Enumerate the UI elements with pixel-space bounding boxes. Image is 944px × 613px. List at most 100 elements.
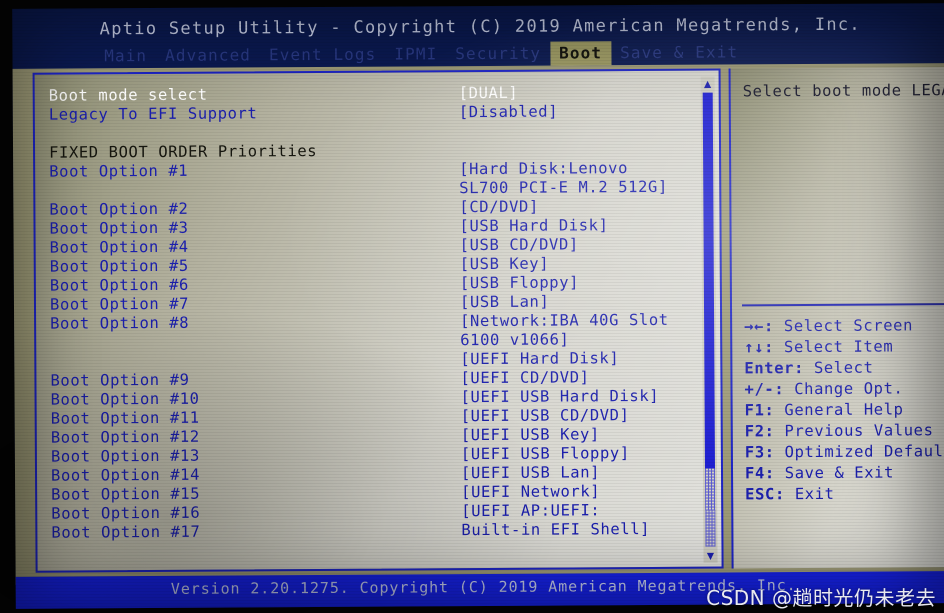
menu-tab-main[interactable]: Main xyxy=(95,44,156,68)
shortcut-row: Enter: Select xyxy=(744,357,944,380)
setting-label-row[interactable]: Boot Option #3 xyxy=(49,217,439,238)
setting-label-row[interactable]: Boot Option #16 xyxy=(51,502,441,523)
shortcut-row: F3: Optimized Defaults xyxy=(745,441,944,464)
setting-label-row[interactable]: Boot Option #9 xyxy=(50,369,440,390)
shortcut-key: Enter: xyxy=(744,359,805,378)
settings-panel: Boot mode select Legacy To EFI Support FI… xyxy=(32,68,724,573)
page-title: Aptio Setup Utility - Copyright (C) 2019… xyxy=(99,14,862,40)
setting-label-row[interactable]: Boot Option #8 xyxy=(50,312,440,333)
setting-value-row[interactable]: [UEFI CD/DVD] xyxy=(460,368,705,388)
setting-value-row[interactable]: [UEFI AP:UEFI: xyxy=(461,501,706,521)
setting-value-row[interactable]: [UEFI USB CD/DVD] xyxy=(461,406,706,426)
menu-tab-ipmi[interactable]: IPMI xyxy=(385,42,446,66)
setting-label-row[interactable]: Boot Option #5 xyxy=(50,255,440,276)
setting-label-row[interactable]: Boot Option #14 xyxy=(51,464,441,485)
shortcut-row: F4: Save & Exit xyxy=(745,462,944,485)
setting-value-row[interactable]: [UEFI Hard Disk] xyxy=(460,349,705,369)
setting-value-row[interactable]: [USB Hard Disk] xyxy=(459,216,704,236)
setting-label-row[interactable]: Boot Option #7 xyxy=(50,293,440,314)
setting-label-row[interactable]: Boot Option #15 xyxy=(51,483,441,504)
setting-label-row[interactable]: Boot Option #12 xyxy=(51,426,441,447)
menu-tab-security[interactable]: Security xyxy=(446,42,550,67)
menu-tab-event-logs[interactable]: Event Logs xyxy=(260,43,385,68)
setting-value-row[interactable]: [USB Lan] xyxy=(460,292,705,312)
setting-value-row[interactable]: [USB Key] xyxy=(460,254,705,274)
shortcut-action: Save & Exit xyxy=(774,463,895,483)
shortcut-row: +/-: Change Opt. xyxy=(744,378,944,401)
setting-label-row[interactable]: Boot Option #1 xyxy=(49,160,439,181)
setting-label-row[interactable]: Boot Option #13 xyxy=(51,445,441,466)
shortcut-action: Optimized Defaults xyxy=(784,442,944,462)
setting-value-row[interactable]: 6100 v1066] xyxy=(460,330,705,350)
settings-label-column: Boot mode select Legacy To EFI Support FI… xyxy=(49,84,442,542)
setting-value-row[interactable]: [UEFI USB Key] xyxy=(461,425,706,445)
shortcut-action: Change Opt. xyxy=(784,379,904,399)
setting-value-row[interactable]: [USB Floppy] xyxy=(460,273,705,293)
shortcut-action: Select Item xyxy=(773,337,894,357)
setting-label-row[interactable]: Boot Option #4 xyxy=(50,236,440,257)
setting-value-row[interactable]: [UEFI USB Floppy] xyxy=(461,444,706,464)
spacer-row xyxy=(49,122,439,143)
settings-scrollbar[interactable]: ▲ ▼ xyxy=(700,76,718,563)
setting-value-row[interactable]: [UEFI USB Lan] xyxy=(461,463,706,483)
help-panel: Select boot mode LEGA →←: Select Screen ↑… xyxy=(728,66,944,569)
csdn-watermark: CSDN @趟时光仍未老去 xyxy=(706,586,936,610)
help-description: Select boot mode LEGA xyxy=(742,81,944,101)
scroll-down-arrow-icon[interactable]: ▼ xyxy=(703,549,717,563)
shortcut-action: General Help xyxy=(774,400,904,420)
setting-value-row[interactable]: [Hard Disk:Lenovo xyxy=(459,159,704,179)
shortcut-key: F4: xyxy=(744,464,775,483)
setting-value-row[interactable]: SL700 PCI-E M.2 512G] xyxy=(459,178,704,198)
setting-value-row[interactable]: Built-in EFI Shell] xyxy=(461,520,706,540)
shortcut-key: F2: xyxy=(744,422,775,441)
shortcut-row: F1: General Help xyxy=(745,399,944,422)
shortcut-row: ESC: Exit xyxy=(745,483,944,506)
help-divider xyxy=(741,302,944,307)
menu-tab-boot[interactable]: Boot xyxy=(550,41,612,66)
spacer-row xyxy=(50,350,440,371)
spacer-row xyxy=(49,179,439,200)
setting-value-row[interactable]: [DUAL] xyxy=(459,83,704,103)
shortcut-row: F2: Previous Values xyxy=(745,420,944,443)
setting-value-row[interactable]: [UEFI USB Hard Disk] xyxy=(461,387,706,407)
setting-label-row[interactable]: FIXED BOOT ORDER Priorities xyxy=(49,141,439,162)
shortcut-action: Exit xyxy=(784,484,835,504)
setting-label-row[interactable]: Boot Option #17 xyxy=(51,521,441,542)
keyboard-shortcut-legend: →←: Select Screen ↑↓: Select Item Enter: S… xyxy=(744,315,944,506)
setting-value-row[interactable]: [CD/DVD] xyxy=(459,197,704,217)
shortcut-key: ↑↓: xyxy=(744,338,775,357)
shortcut-key: F1: xyxy=(744,401,775,420)
spacer-row xyxy=(459,140,704,160)
shortcut-row: ↑↓: Select Item xyxy=(744,336,944,359)
bios-setup-screen: Aptio Setup Utility - Copyright (C) 2019… xyxy=(12,3,944,609)
setting-label-row[interactable]: Boot mode select xyxy=(49,84,439,105)
setting-label-row[interactable]: Boot Option #10 xyxy=(51,388,441,409)
scrollbar-track[interactable] xyxy=(702,92,716,547)
setting-value-row[interactable]: [UEFI Network] xyxy=(461,482,706,502)
spacer-row xyxy=(459,121,704,141)
setting-label-row[interactable]: Legacy To EFI Support xyxy=(49,103,439,124)
scroll-up-arrow-icon[interactable]: ▲ xyxy=(701,77,715,91)
shortcut-key: ESC: xyxy=(745,485,785,504)
settings-value-column: [DUAL] [Disabled] [Hard Disk:Lenovo SL700 … xyxy=(459,83,707,540)
spacer-row xyxy=(50,331,440,352)
monitor-photo-bezel: Aptio Setup Utility - Copyright (C) 2019… xyxy=(0,0,944,613)
shortcut-key: +/-: xyxy=(744,380,785,399)
setting-value-row[interactable]: [Disabled] xyxy=(459,102,704,122)
setting-label-row[interactable]: Boot Option #11 xyxy=(51,407,441,428)
scrollbar-dotted-region xyxy=(704,468,716,547)
main-body: Boot mode select Legacy To EFI Support FI… xyxy=(12,63,944,585)
setting-value-row[interactable]: [USB CD/DVD] xyxy=(460,235,705,255)
shortcut-action: Select Screen xyxy=(773,316,914,336)
setting-value-row[interactable]: [Network:IBA 40G Slot xyxy=(460,311,705,331)
menu-tab-advanced[interactable]: Advanced xyxy=(156,43,260,68)
menu-tab-save-exit[interactable]: Save & Exit xyxy=(611,40,747,65)
scrollbar-thumb[interactable] xyxy=(702,92,715,469)
setting-label-row[interactable]: Boot Option #2 xyxy=(49,198,439,219)
shortcut-action: Select xyxy=(803,358,874,378)
setting-label-row[interactable]: Boot Option #6 xyxy=(50,274,440,295)
shortcut-key: F3: xyxy=(744,443,775,462)
shortcut-row: →←: Select Screen xyxy=(744,315,944,338)
shortcut-key: →←: xyxy=(744,317,774,336)
shortcut-action: Previous Values xyxy=(774,421,934,441)
